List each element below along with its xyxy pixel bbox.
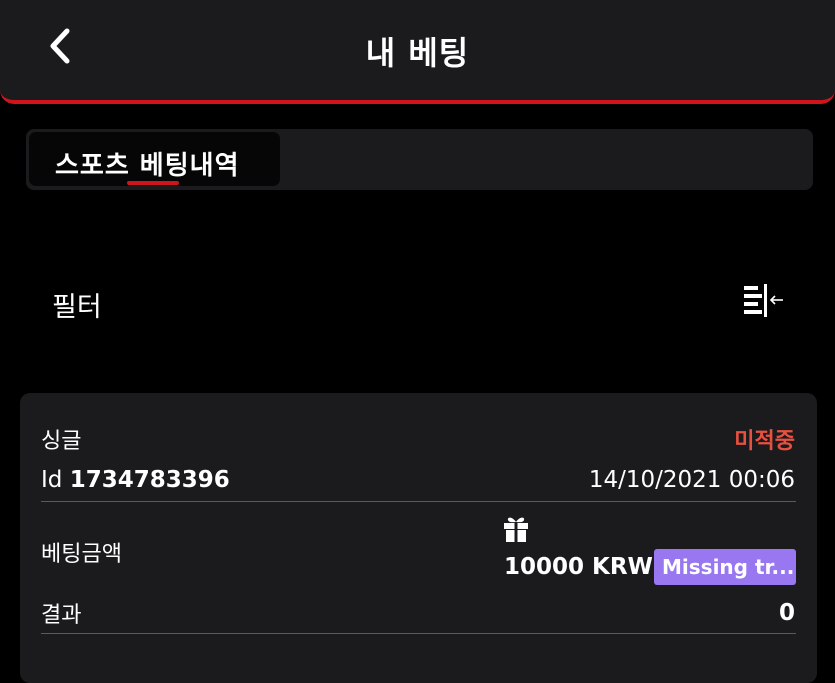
page-title: 내 베팅	[365, 34, 470, 72]
amount-label: 베팅금액	[41, 542, 122, 567]
bet-amount: 10000 KRW	[504, 554, 653, 580]
bet-datetime: 14/10/2021 00:06	[588, 467, 795, 493]
result-value: 0	[778, 600, 795, 626]
filter-collapse-icon	[744, 284, 783, 317]
bet-id-prefix: Id	[41, 467, 63, 493]
app-header: 내 베팅	[0, 0, 835, 104]
missing-badge[interactable]: Missing tr...	[654, 549, 796, 585]
gift-icon	[504, 517, 528, 542]
divider	[41, 633, 796, 634]
result-label: 결과	[41, 603, 82, 628]
divider	[41, 501, 796, 502]
status-badge: 미적중	[734, 429, 795, 454]
bet-type: 싱글	[41, 429, 82, 454]
tab-label: 스포츠 베팅내역	[55, 151, 240, 181]
bet-id-value: 1734783396	[69, 467, 230, 493]
tab-bar: 스포츠 베팅내역	[26, 129, 813, 190]
active-tab-indicator	[127, 181, 179, 185]
bet-id: Id 1734783396	[41, 467, 230, 493]
bet-card[interactable]: 싱글 미적중 Id 1734783396 14/10/2021 00:06 베팅…	[20, 393, 817, 683]
filter-label: 필터	[52, 292, 102, 323]
filter-button[interactable]	[740, 283, 788, 321]
tab-sports-bet-history[interactable]: 스포츠 베팅내역	[29, 132, 280, 186]
